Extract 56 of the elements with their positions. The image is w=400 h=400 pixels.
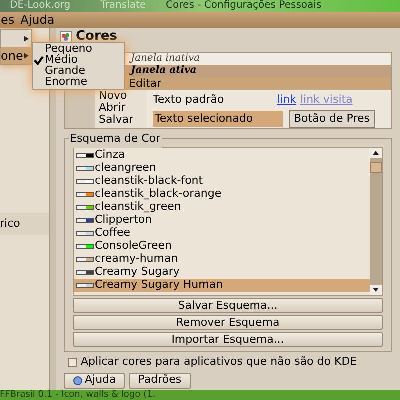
popup-menu-item[interactable]: one bbox=[1, 47, 31, 64]
submenu-item[interactable]: Pequeno bbox=[33, 44, 124, 55]
scroll-down-icon[interactable] bbox=[370, 285, 382, 295]
scheme-item[interactable]: creamy-human bbox=[74, 253, 370, 266]
page-title: Cores bbox=[76, 28, 118, 44]
scheme-item[interactable]: Clipperton bbox=[74, 214, 370, 227]
preview-menu-entry: Novo bbox=[99, 90, 128, 102]
background-text: DE-Look.org bbox=[10, 1, 71, 11]
scheme-item[interactable]: cleangreen bbox=[74, 162, 370, 175]
scheme-item[interactable]: Coffee bbox=[74, 227, 370, 240]
scroll-up-icon[interactable] bbox=[370, 148, 382, 158]
scheme-name: cleanstik-black-font bbox=[95, 174, 204, 188]
submenu-arrow-icon bbox=[24, 36, 29, 42]
preview-menu-entry: Abrir bbox=[99, 102, 127, 114]
window-title: Cores - Configurações Pessoais bbox=[166, 1, 322, 11]
scheme-name: cleanstik_black-orange bbox=[95, 186, 222, 202]
sidebar-item[interactable]: rico bbox=[0, 213, 49, 235]
check-icon bbox=[34, 56, 44, 65]
scheme-name: Creamy Sugary Human bbox=[95, 278, 224, 294]
standard-text: Texto padrão bbox=[153, 92, 226, 108]
scheme-button[interactable]: Importar Esquema... bbox=[73, 332, 383, 347]
scrollbar[interactable] bbox=[370, 148, 382, 295]
taskbar: FFBrasil 0.1 - Icon, walls & logo (1. bbox=[0, 390, 400, 400]
submenu-item[interactable]: Enorme bbox=[33, 77, 124, 88]
scheme-item[interactable]: cleanstik_black-orange bbox=[74, 188, 370, 201]
palette-icon bbox=[60, 31, 72, 43]
scheme-name: cleangreen bbox=[95, 160, 156, 176]
scheme-item[interactable]: cleanstik-black-font bbox=[74, 175, 370, 188]
footer-button[interactable]: Padrões bbox=[129, 372, 191, 388]
scheme-item[interactable]: Creamy Sugary bbox=[74, 266, 370, 279]
scheme-name: Creamy Sugary bbox=[95, 264, 180, 280]
scheme-item[interactable]: Creamy Sugary Human bbox=[74, 279, 370, 292]
group-title: Esquema de Cor bbox=[69, 131, 162, 148]
scheme-button[interactable]: Salvar Esquema... bbox=[73, 298, 383, 313]
scroll-thumb[interactable] bbox=[370, 162, 382, 173]
scheme-name: cleanstik_green bbox=[95, 200, 182, 214]
scheme-name: Clipperton bbox=[95, 213, 152, 228]
scheme-name: ConsoleGreen bbox=[95, 238, 172, 254]
preview-button[interactable]: Botão de Pres bbox=[289, 110, 376, 128]
scheme-item[interactable]: cleanstik_green bbox=[74, 201, 370, 214]
menu-item[interactable]: Ajuda bbox=[20, 14, 55, 26]
scheme-name: Coffee bbox=[95, 226, 131, 240]
scheme-item[interactable]: Cinza bbox=[74, 149, 370, 162]
scheme-name: Cinza bbox=[95, 147, 126, 162]
menu-item[interactable]: es bbox=[1, 14, 15, 26]
footer-button[interactable]: Ajuda bbox=[64, 372, 126, 388]
submenu-arrow-icon bbox=[24, 52, 29, 58]
background-text: Translate bbox=[100, 1, 146, 11]
scheme-item[interactable]: ConsoleGreen bbox=[74, 240, 370, 253]
checkbox-label: Aplicar cores para aplicativos que não são do KDE bbox=[81, 354, 358, 370]
scheme-button[interactable]: Remover Esquema bbox=[73, 315, 383, 330]
scheme-name: creamy-human bbox=[95, 251, 178, 266]
selected-text: Texto selecionado bbox=[153, 110, 283, 127]
preview-menu-entry: Salvar bbox=[99, 114, 135, 126]
checkbox[interactable] bbox=[68, 358, 77, 367]
link[interactable]: link bbox=[277, 92, 296, 108]
